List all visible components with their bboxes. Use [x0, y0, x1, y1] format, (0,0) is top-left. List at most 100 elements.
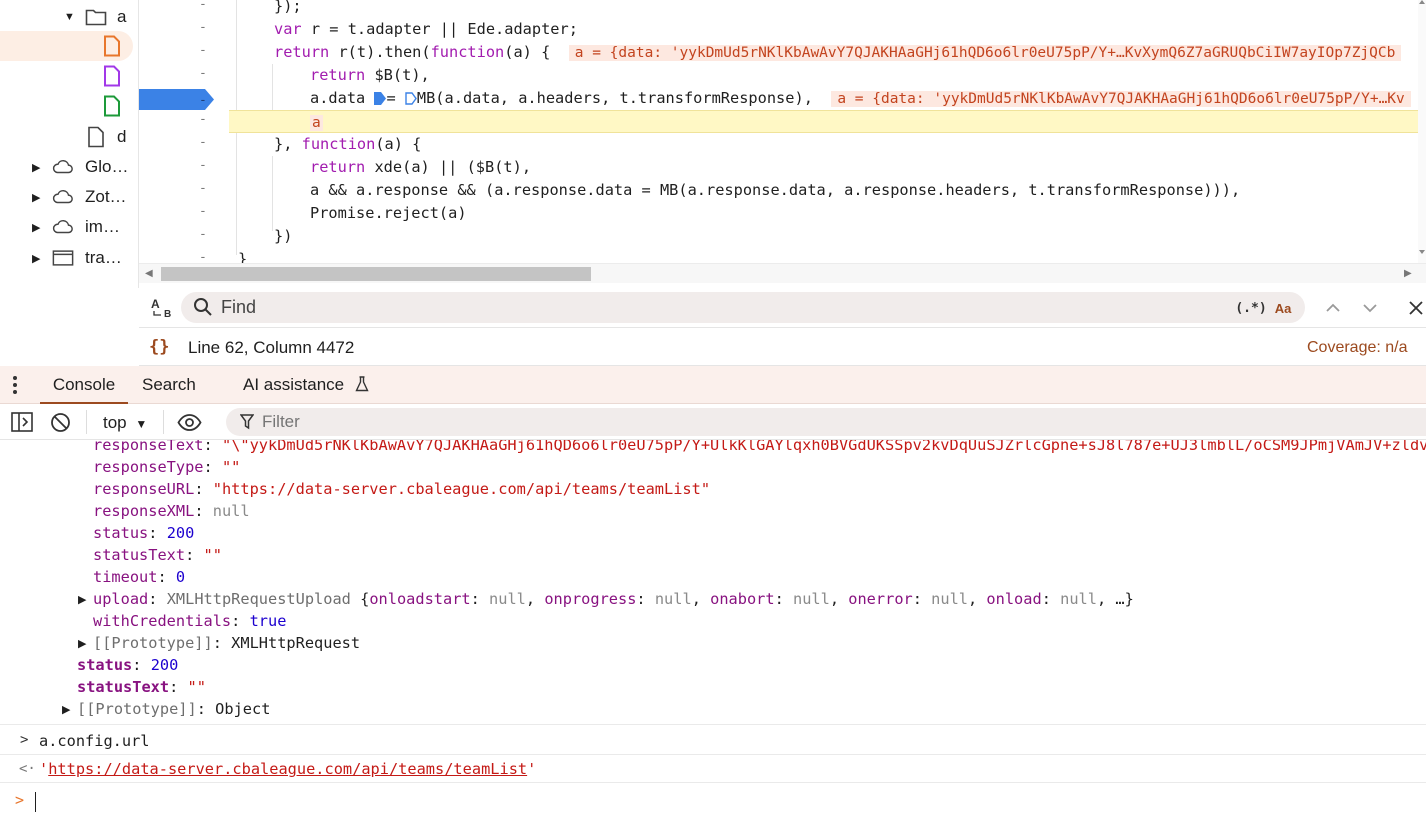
chevron-right-icon[interactable]: ▶ — [32, 161, 40, 174]
result-url-link[interactable]: https://data-server.cbaleague.com/api/te… — [48, 760, 527, 778]
code-line: return xde(a) || ($B(t), — [310, 158, 532, 176]
code-line: var r = t.adapter || Ede.adapter; — [274, 20, 578, 38]
tree-item-glo[interactable]: ▶ Glo… — [0, 152, 138, 182]
object-property: statusText: "" — [93, 546, 222, 564]
object-property: responseXML: null — [93, 502, 250, 520]
object-property-expandable[interactable]: [[Prototype]]: XMLHttpRequest — [93, 632, 360, 654]
eye-icon[interactable] — [177, 414, 202, 436]
execution-marker-outline-icon — [405, 89, 417, 105]
chevron-down-icon[interactable]: ▼ — [64, 11, 75, 23]
horizontal-scrollbar[interactable]: ◀ ▶ — [139, 263, 1426, 283]
tab-search[interactable]: Search — [142, 366, 196, 404]
file-orange-icon — [101, 35, 123, 57]
vertical-scrollbar[interactable] — [1418, 0, 1426, 263]
code-line: return $B(t), — [310, 66, 430, 84]
more-menu-icon[interactable] — [12, 375, 18, 400]
console-toolbar: top ▼ — [0, 404, 1426, 440]
pretty-print-icon[interactable]: {} — [149, 337, 169, 357]
tree-item-label: Zot… — [85, 187, 127, 206]
console-output[interactable]: responseText: "\"yykDmUd5rNKlKbAwAvY7QJA… — [0, 440, 1426, 821]
context-selector[interactable]: top ▼ — [103, 413, 147, 433]
code-line: }) — [274, 227, 293, 245]
svg-text:B: B — [164, 309, 171, 320]
expand-arrow-icon[interactable]: ▶ — [78, 593, 86, 606]
expand-arrow-icon[interactable]: ▶ — [78, 637, 86, 650]
code-line: Promise.reject(a) — [310, 204, 467, 222]
cursor-position: Line 62, Column 4472 — [188, 338, 355, 357]
dropdown-arrow-icon: ▼ — [135, 417, 148, 431]
scroll-left-icon[interactable]: ◀ — [145, 268, 153, 279]
tree-item-im[interactable]: ▶ im… — [0, 212, 138, 242]
code-editor[interactable]: }); var r = t.adapter || Ede.adapter; re… — [229, 0, 1419, 263]
chevron-right-icon[interactable]: ▶ — [32, 191, 40, 204]
chevron-right-icon[interactable]: ▶ — [32, 221, 40, 234]
result-arrow-icon: <· — [19, 761, 36, 777]
tree-item-file-d[interactable]: d — [0, 122, 138, 152]
code-line: a.data = MB(a.data, a.headers, t.transfo… — [310, 87, 1411, 110]
tree-item-zot[interactable]: ▶ Zot… — [0, 182, 138, 212]
line-marker: - — [199, 43, 207, 58]
clear-console-icon[interactable] — [50, 412, 71, 438]
tree-item-file-selected[interactable] — [0, 31, 133, 61]
file-green-icon — [101, 95, 123, 117]
filter-box[interactable] — [226, 408, 1426, 436]
flask-icon — [355, 368, 369, 406]
console-prompt-cursor[interactable] — [35, 792, 36, 812]
code-line: } — [238, 250, 248, 263]
tab-ai-assistance[interactable]: AI assistance — [243, 366, 369, 404]
object-property: withCredentials: true — [93, 612, 287, 630]
window-icon — [52, 247, 74, 269]
cloud-icon — [52, 156, 74, 178]
tree-item-tra[interactable]: ▶ tra… — [0, 243, 138, 273]
tree-item-folder-a[interactable]: ▼ a — [0, 2, 138, 32]
find-next-icon[interactable] — [1358, 296, 1382, 320]
tree-item-file[interactable] — [0, 91, 138, 121]
svg-text:A: A — [151, 297, 160, 311]
filter-input[interactable] — [262, 411, 1262, 433]
line-marker: - — [199, 181, 207, 196]
object-property: statusText: "" — [77, 678, 206, 696]
chevron-right-icon[interactable]: ▶ — [32, 252, 40, 265]
file-purple-icon — [101, 65, 123, 87]
scroll-right-icon[interactable]: ▶ — [1404, 268, 1412, 279]
filter-icon — [239, 414, 255, 435]
line-gutter[interactable]: - - - - - - - - - - - — [139, 0, 229, 265]
line-marker: - — [199, 227, 207, 242]
context-label: top — [103, 413, 127, 432]
line-marker: - — [199, 158, 207, 173]
code-line: }); — [274, 0, 302, 15]
replace-toggle-icon[interactable]: AB — [149, 296, 175, 320]
line-marker: - — [199, 66, 207, 81]
breakpoint-marker[interactable]: - — [139, 88, 215, 111]
sidebar-toggle-icon[interactable] — [11, 412, 33, 437]
scrollbar-thumb[interactable] — [161, 267, 591, 281]
find-box[interactable]: (.*) Aa — [181, 292, 1305, 323]
object-property-expandable[interactable]: [[Prototype]]: Object — [77, 698, 270, 720]
object-property: responseURL: "https://data-server.cbalea… — [93, 480, 711, 498]
tree-item-label: d — [117, 127, 127, 146]
divider — [86, 410, 87, 434]
coverage-label[interactable]: Coverage: n/a — [1307, 339, 1408, 357]
code-line: return r(t).then(function(a) { a = {data… — [274, 41, 1402, 64]
find-previous-icon[interactable] — [1321, 296, 1345, 320]
object-property: status: 200 — [93, 524, 195, 542]
object-property-expandable[interactable]: upload: XMLHttpRequestUpload {onloadstar… — [93, 588, 1134, 610]
match-case-toggle[interactable]: Aa — [1271, 298, 1295, 318]
line-marker: - — [199, 0, 207, 12]
line-marker: - — [199, 204, 207, 219]
code-line: }, function(a) { — [274, 135, 422, 153]
close-find-icon[interactable] — [1405, 296, 1426, 320]
folder-icon — [85, 6, 107, 28]
tree-item-file[interactable] — [0, 61, 138, 91]
line-marker: - — [199, 20, 207, 35]
object-property: timeout: 0 — [93, 568, 186, 586]
editor-status-bar: {} Line 62, Column 4472 Coverage: n/a — [139, 329, 1426, 366]
expand-arrow-icon[interactable]: ▶ — [62, 703, 70, 716]
inline-debug-value: a = {data: 'yykDmUd5rNKlKbAwAvY7QJAKHAaG… — [568, 45, 1402, 61]
find-input[interactable] — [221, 295, 1221, 320]
line-marker: - — [199, 112, 207, 127]
tab-console[interactable]: Console — [40, 366, 128, 404]
regex-toggle[interactable]: (.*) — [1235, 298, 1266, 318]
divider — [163, 410, 164, 434]
current-execution-line: a — [229, 110, 1419, 133]
